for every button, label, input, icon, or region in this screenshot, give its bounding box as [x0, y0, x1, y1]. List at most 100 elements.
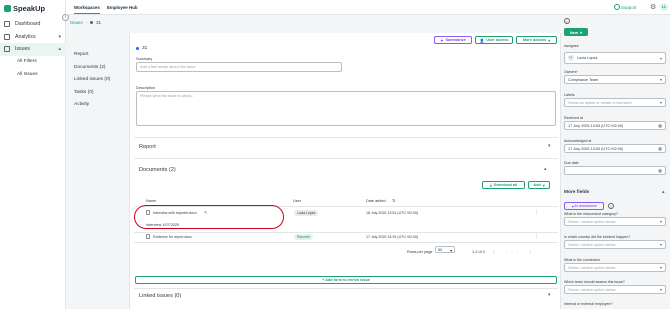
avatar[interactable]: LL — [660, 3, 668, 11]
misconduct-category-select[interactable]: Select / search option below ▾ — [564, 217, 666, 226]
labels-placeholder: Select an option or create a new label — [568, 100, 632, 105]
document-name[interactable]: Evidence for report.docx — [153, 235, 192, 239]
assignee-select[interactable]: LL Lucia Lopez ▾ — [564, 52, 666, 64]
avatar: LL — [568, 55, 574, 61]
local-nav-report[interactable]: Report — [74, 52, 88, 57]
calendar-icon[interactable]: ▦ — [658, 168, 662, 173]
select-placeholder: Select / search option below — [568, 287, 616, 292]
issue-details-panel: i New ▾ Assignee LL Lucia Lopez ▾ Owners… — [562, 15, 670, 309]
select-placeholder: Select / search option below — [568, 242, 616, 247]
logo[interactable]: SpeakUp — [4, 4, 45, 13]
chevron-down-icon: ▾ — [542, 183, 545, 188]
summarize-button[interactable]: ✦ Summarize — [434, 36, 472, 44]
ai-assistance-button[interactable]: ✦ AI assistance — [564, 202, 604, 210]
dashboard-icon — [4, 21, 10, 28]
info-icon[interactable]: i — [564, 18, 570, 24]
logo-text: SpeakUp — [13, 4, 46, 13]
chevron-down-icon: ▾ — [450, 249, 452, 253]
sidebar-item-label: Issues — [15, 46, 30, 53]
row-menu-icon[interactable]: ⋮ — [534, 209, 539, 215]
linked-issues-section-title[interactable]: Linked issues (0) — [139, 293, 181, 299]
owners-select[interactable]: Compliance Team ▾ — [564, 75, 666, 84]
owners-value: Compliance Team — [568, 77, 599, 82]
received-value: 17 July 2025 13:53 (UTC+02:00) — [568, 123, 624, 128]
column-header-name[interactable]: Name — [146, 199, 156, 203]
user-badge: Lucia Lopez — [294, 210, 319, 216]
sidebar-item-all-issues[interactable]: All Issues — [0, 68, 66, 81]
divider — [134, 158, 558, 159]
analytics-icon — [4, 33, 10, 40]
app-root: SpeakUp Dashboard Analytics ▾ Issues ▴ A… — [0, 0, 670, 309]
chevron-down-icon[interactable]: ▾ — [548, 143, 551, 149]
download-all-button[interactable]: ⤓ Download all — [482, 181, 525, 189]
description-input[interactable]: Please what the issue is about... — [136, 91, 556, 126]
next-page-icon[interactable]: › — [517, 250, 518, 254]
chevron-down-icon: ▾ — [659, 242, 662, 247]
received-label: Received at — [564, 116, 583, 120]
calendar-icon[interactable]: ▦ — [658, 146, 662, 151]
chevron-down-icon: ▾ — [548, 38, 551, 43]
local-nav-tasks[interactable]: Tasks (0) — [74, 90, 93, 95]
row-menu-icon[interactable]: ⋮ — [534, 233, 539, 239]
documents-section-title[interactable]: Documents (2) — [139, 167, 176, 173]
first-page-icon[interactable]: |‹ — [493, 250, 495, 254]
issue-local-nav: Report Documents (2) Linked issues (0) T… — [66, 15, 128, 309]
user-access-label: User access — [486, 38, 509, 42]
labels-label: Labels — [564, 93, 575, 97]
issues-icon — [4, 46, 10, 53]
summary-label: Summary — [136, 57, 153, 61]
sidebar-item-dashboard[interactable]: Dashboard — [0, 18, 66, 31]
sidebar-nav: Dashboard Analytics ▾ Issues ▴ All Filte… — [0, 18, 66, 81]
due-date-field[interactable]: ▦ — [564, 166, 666, 175]
user-access-button[interactable]: 👤 User access — [475, 36, 513, 44]
sidebar-item-issues[interactable]: Issues ▴ — [0, 43, 66, 56]
gear-icon[interactable]: ⚙ — [650, 3, 656, 11]
chevron-down-icon[interactable]: ▾ — [548, 292, 551, 298]
summarize-label: Summarize — [445, 38, 466, 42]
question-label: Which team should assess this issue? — [564, 280, 625, 284]
divider — [134, 242, 558, 243]
chevron-up-icon[interactable]: ▴ — [544, 166, 547, 172]
ai-assistance-label: AI assistance — [574, 204, 597, 208]
acknowledged-date-field[interactable]: 17 July 2025 13:53 (UTC+02:00) ▦ — [564, 144, 666, 153]
local-nav-activity[interactable]: Activity — [74, 102, 89, 107]
summary-input[interactable]: Add a few words about this issue — [136, 62, 342, 72]
chevron-down-icon: ▾ — [659, 77, 662, 82]
new-button[interactable]: New ▾ — [564, 28, 588, 36]
more-actions-button[interactable]: More actions ▾ — [516, 36, 557, 44]
logo-mark-icon — [4, 5, 11, 12]
chevron-up-icon: ▴ — [58, 46, 61, 53]
labels-select[interactable]: Select an option or create a new label ▾ — [564, 98, 666, 107]
team-select[interactable]: Select / search option below ▾ — [564, 285, 666, 294]
add-document-button[interactable]: Add ▾ — [528, 181, 550, 189]
status-dot-icon — [136, 47, 139, 50]
more-fields-title[interactable]: More fields — [564, 190, 589, 195]
column-header-date[interactable]: Date added — [366, 199, 386, 203]
tab-employee-hub[interactable]: Employee Hub — [107, 5, 138, 10]
received-date-field[interactable]: 17 July 2025 13:53 (UTC+02:00) ▦ — [564, 121, 666, 130]
prev-page-icon[interactable]: ‹ — [506, 250, 507, 254]
download-icon: ⤓ — [489, 183, 492, 187]
sidebar-item-all-filters[interactable]: All Filters — [0, 56, 66, 69]
country-select[interactable]: Select / search option below ▾ — [564, 240, 666, 249]
conclusion-select[interactable]: Select / search option below ▾ — [564, 263, 666, 272]
info-icon[interactable]: i — [608, 203, 614, 209]
local-nav-documents[interactable]: Documents (2) — [74, 65, 105, 70]
support-link[interactable]: Support — [621, 5, 636, 10]
select-placeholder: Select / search option below — [568, 265, 616, 270]
assignee-label: Assignee — [564, 44, 579, 48]
tab-workspaces[interactable]: Workspaces — [74, 5, 100, 14]
calendar-icon[interactable]: ▦ — [658, 123, 662, 128]
add-form-button[interactable]: + Add form to enrich issue — [135, 276, 557, 284]
support-icon[interactable] — [614, 4, 620, 10]
rows-per-page-select[interactable]: 50 ▾ — [435, 246, 455, 253]
sidebar-item-analytics[interactable]: Analytics ▾ — [0, 31, 66, 44]
local-nav-linked-issues[interactable]: Linked issues (0) — [74, 77, 110, 82]
column-header-user[interactable]: User — [293, 199, 301, 203]
last-page-icon[interactable]: ›| — [529, 250, 531, 254]
report-section-title[interactable]: Report — [139, 144, 156, 150]
sort-icon[interactable]: ⇅ — [392, 198, 395, 203]
document-date: 18 July 2025 13:51 (UTC+02:00) — [366, 211, 419, 215]
document-date: 17 July 2025 14:39 (UTC+02:00) — [366, 235, 419, 239]
chevron-up-icon[interactable]: ▴ — [662, 189, 665, 195]
